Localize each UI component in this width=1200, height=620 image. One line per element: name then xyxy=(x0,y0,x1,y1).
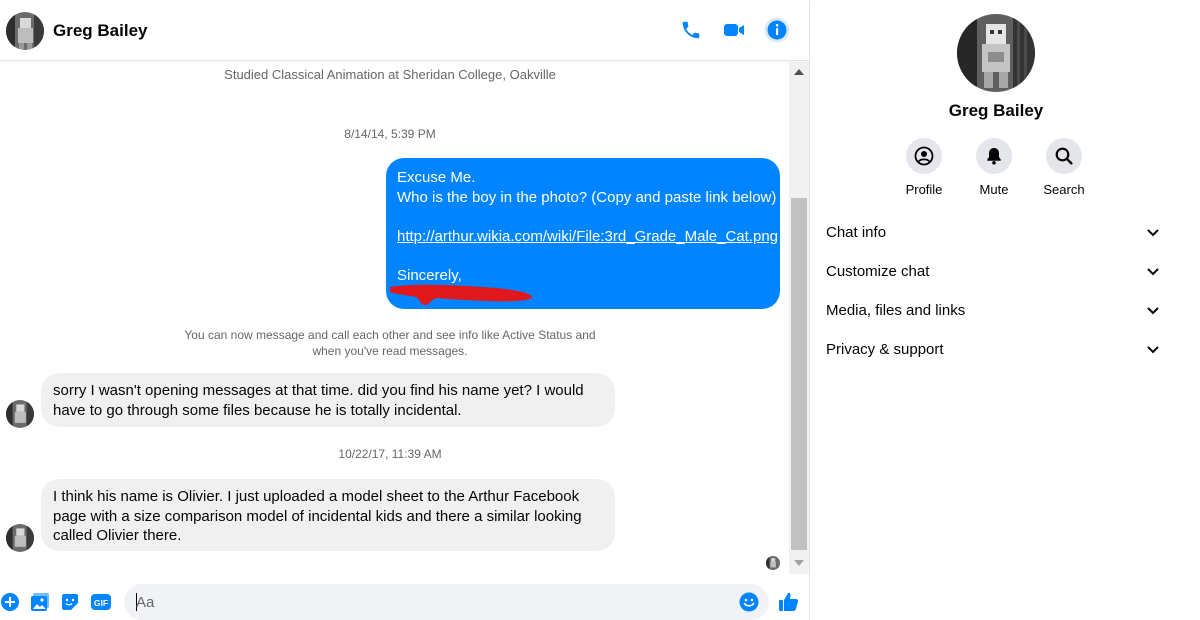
avatar[interactable] xyxy=(957,14,1035,92)
mute-button[interactable]: Mute xyxy=(959,138,1029,197)
section-label: Privacy & support xyxy=(826,341,944,358)
chevron-down-icon xyxy=(1147,229,1159,237)
section-label: Chat info xyxy=(826,224,887,241)
action-label: Profile xyxy=(905,182,943,197)
sticker-icon[interactable] xyxy=(60,592,80,612)
message-line: Who is the boy in the photo? (Copy and p… xyxy=(397,188,777,206)
scroll-down-arrow[interactable] xyxy=(794,560,804,566)
contact-name[interactable]: Greg Bailey xyxy=(53,21,148,41)
chevron-down-icon xyxy=(1147,346,1159,354)
profile-button[interactable]: Profile xyxy=(889,138,959,197)
phone-icon[interactable] xyxy=(677,16,705,44)
section-chat-info[interactable]: Chat info xyxy=(811,213,1181,252)
search-button[interactable]: Search xyxy=(1029,138,1099,197)
action-label: Search xyxy=(1043,182,1085,197)
gif-label: GIF xyxy=(94,598,108,608)
section-privacy-support[interactable]: Privacy & support xyxy=(811,330,1181,369)
message-line: Excuse Me. xyxy=(397,169,476,186)
timestamp: 10/22/17, 11:39 AM xyxy=(338,447,442,461)
section-label: Media, files and links xyxy=(826,302,966,319)
video-icon[interactable] xyxy=(720,16,748,44)
info-icon[interactable] xyxy=(763,16,791,44)
chat-header: Greg Bailey xyxy=(0,0,809,61)
incoming-message[interactable]: sorry I wasn't opening messages at that … xyxy=(41,373,615,427)
avatar[interactable] xyxy=(6,524,34,552)
timestamp: 8/14/14, 5:39 PM xyxy=(344,127,436,141)
section-label: Customize chat xyxy=(826,263,930,280)
emoji-icon[interactable] xyxy=(739,592,759,612)
notice-text: You can now message and call each other … xyxy=(184,328,596,358)
action-label: Mute xyxy=(979,182,1009,197)
section-media-files-links[interactable]: Media, files and links xyxy=(811,291,1181,330)
scroll-thumb[interactable] xyxy=(791,198,807,550)
section-customize-chat[interactable]: Customize chat xyxy=(811,252,1181,291)
header-actions xyxy=(662,16,791,44)
avatar[interactable] xyxy=(6,12,44,50)
redaction-mark xyxy=(390,284,532,306)
chat-panel: Greg Bailey Studied Classical Animation … xyxy=(0,0,810,620)
message-input-container[interactable] xyxy=(124,584,769,620)
scroll-up-arrow[interactable] xyxy=(794,69,804,75)
conversation-info-panel: Greg Bailey Profile Mute Search Chat inf… xyxy=(811,0,1200,620)
chevron-down-icon xyxy=(1147,307,1159,315)
plus-icon[interactable] xyxy=(0,592,20,612)
profile-info-line: Studied Classical Animation at Sheridan … xyxy=(224,67,556,82)
bell-icon xyxy=(976,138,1012,174)
message-link[interactable]: http://arthur.wikia.com/wiki/File:3rd_Gr… xyxy=(397,228,778,245)
info-contact-name: Greg Bailey xyxy=(948,101,1044,120)
gif-icon[interactable]: GIF xyxy=(90,592,112,612)
info-sections: Chat info Customize chat Media, files an… xyxy=(811,213,1181,369)
incoming-message[interactable]: I think his name is Olivier. I just uplo… xyxy=(41,479,615,551)
message-input[interactable] xyxy=(136,592,726,612)
avatar[interactable] xyxy=(6,400,34,428)
search-icon xyxy=(1046,138,1082,174)
profile-icon xyxy=(906,138,942,174)
chevron-down-icon xyxy=(1147,268,1159,276)
thumbs-up-icon[interactable] xyxy=(777,590,801,614)
scrollbar[interactable] xyxy=(789,62,809,574)
seen-indicator-avatar xyxy=(766,556,780,570)
message-list[interactable]: Studied Classical Animation at Sheridan … xyxy=(0,62,789,574)
image-icon[interactable] xyxy=(30,592,50,612)
composer: GIF xyxy=(0,575,809,620)
